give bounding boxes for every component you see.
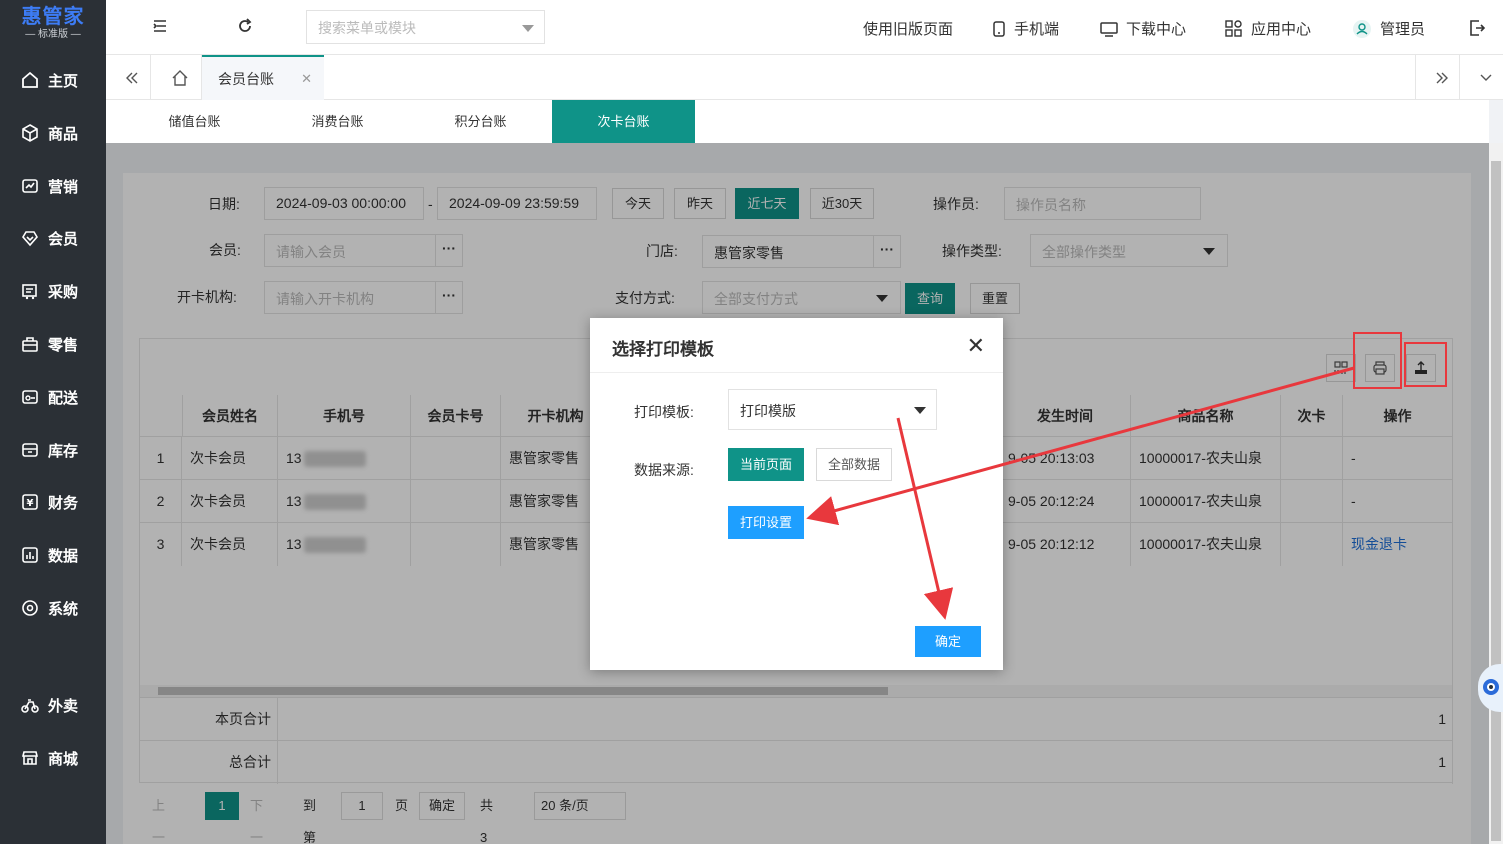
search-placeholder: 搜索菜单或模块 (318, 20, 416, 36)
sidebar-item-finance[interactable]: ¥ 财务 (0, 482, 106, 522)
sidebar-item-member[interactable]: 会员 (0, 218, 106, 258)
refresh-icon[interactable] (237, 18, 253, 34)
delivery-icon (22, 390, 38, 404)
close-icon[interactable]: ✕ (301, 71, 312, 87)
sidebar-item-label: 会员 (48, 230, 79, 248)
scrollbar-thumb[interactable] (1491, 161, 1501, 841)
apps-icon (1225, 19, 1242, 37)
tabs-scroll-left-button[interactable] (106, 55, 151, 100)
template-select[interactable]: 打印模版 (728, 389, 937, 430)
sidebar-item-label: 采购 (48, 283, 79, 301)
sidebar-item-mall[interactable]: 商城 (0, 738, 106, 778)
home-tab[interactable] (151, 55, 202, 100)
box-icon (22, 124, 38, 142)
sidebar-item-retail[interactable]: 零售 (0, 324, 106, 364)
chart-icon (22, 179, 38, 193)
top-bar: 搜索菜单或模块 使用旧版页面 手机端 下载中心 应用中心 管理员 (106, 0, 1503, 55)
user-menu[interactable]: 管理员 (1352, 18, 1425, 39)
edition-label: — 标准版 — (25, 29, 81, 40)
current-page-button[interactable]: 当前页面 (728, 448, 804, 481)
sidebar-item-label: 零售 (48, 336, 79, 354)
sidebar-item-label: 财务 (48, 494, 79, 512)
sidebar-item-data[interactable]: 数据 (0, 535, 106, 575)
sidebar-item-takeout[interactable]: 外卖 (0, 685, 106, 725)
subtab-stored-value[interactable]: 储值台账 (123, 100, 266, 143)
avatar-icon (1353, 19, 1371, 38)
apps-label: 应用中心 (1251, 21, 1312, 38)
settings-icon (22, 600, 38, 616)
user-name: 管理员 (1380, 21, 1426, 38)
close-icon[interactable]: ✕ (967, 333, 985, 359)
sidebar-item-label: 配送 (48, 389, 79, 407)
print-template-dialog: 选择打印模板 ✕ 打印模板: 打印模版 数据来源: 当前页面 全部数据 打印设置… (590, 318, 1003, 670)
download-center-link[interactable]: 下载中心 (1100, 18, 1186, 39)
sidebar-item-label: 商城 (48, 750, 79, 768)
app-center-link[interactable]: 应用中心 (1225, 18, 1311, 39)
home-icon (172, 69, 188, 86)
finance-icon: ¥ (22, 494, 38, 510)
menu-search-input[interactable]: 搜索菜单或模块 (306, 10, 545, 44)
mobile-label: 手机端 (1014, 21, 1060, 38)
old-page-link[interactable]: 使用旧版页面 (863, 18, 953, 39)
sidebar-item-home[interactable]: 主页 (0, 60, 106, 100)
data-icon (22, 547, 38, 563)
diamond-icon (22, 231, 38, 247)
template-value: 打印模版 (740, 403, 796, 419)
template-label: 打印模板: (634, 404, 694, 420)
svg-text:¥: ¥ (27, 498, 34, 509)
old-page-label: 使用旧版页面 (863, 21, 954, 38)
sidebar-item-label: 主页 (48, 72, 79, 90)
menu-fold-icon[interactable] (152, 18, 168, 34)
data-source-label: 数据来源: (634, 462, 694, 478)
tab-label: 会员台账 (218, 70, 274, 87)
double-chevron-left-icon (126, 72, 138, 83)
robot-icon (1483, 679, 1499, 695)
chevron-down-icon (1480, 74, 1491, 81)
chevron-down-icon (522, 25, 534, 32)
confirm-button[interactable]: 确定 (915, 626, 981, 657)
subtab-consumption[interactable]: 消费台账 (266, 100, 409, 143)
tab-member-ledger[interactable]: 会员台账 ✕ (202, 55, 324, 100)
tabs-scroll-right-button[interactable] (1415, 55, 1460, 100)
ledger-subtabs: 储值台账 消费台账 积分台账 次卡台账 (106, 100, 1489, 143)
sidebar-item-marketing[interactable]: 营销 (0, 166, 106, 206)
tabs-menu-button[interactable] (1460, 55, 1503, 100)
mobile-link[interactable]: 手机端 (992, 18, 1059, 39)
purchase-icon (22, 284, 37, 300)
sidebar-item-delivery[interactable]: 配送 (0, 377, 106, 417)
phone-icon (993, 20, 1005, 37)
bike-icon (21, 699, 39, 713)
chevron-down-icon (914, 407, 926, 414)
dialog-title: 选择打印模板 (590, 318, 1003, 373)
double-chevron-right-icon (1436, 72, 1448, 83)
sidebar-item-label: 外卖 (48, 697, 79, 715)
page-tab-bar: 会员台账 ✕ (106, 55, 1503, 100)
page-scrollbar[interactable] (1489, 143, 1503, 844)
sidebar-item-label: 商品 (48, 125, 79, 143)
sidebar-item-label: 营销 (48, 178, 79, 196)
sidebar-item-label: 库存 (48, 442, 79, 460)
logout-icon[interactable] (1468, 19, 1486, 37)
subtab-times-card[interactable]: 次卡台账 (552, 100, 695, 143)
brand-name: 惠管家 (21, 6, 85, 28)
bag-icon (22, 337, 38, 352)
home-icon (22, 71, 38, 88)
sidebar-item-inventory[interactable]: 库存 (0, 430, 106, 470)
all-data-button[interactable]: 全部数据 (816, 448, 892, 481)
sidebar-item-label: 系统 (48, 600, 79, 618)
sidebar-item-label: 数据 (48, 547, 79, 565)
sidebar: 惠管家 — 标准版 — 主页 商品 营销 会员 采购 零售 配送 库存 ¥ 财务… (0, 0, 106, 844)
logo: 惠管家 — 标准版 — (0, 0, 106, 50)
sidebar-item-purchase[interactable]: 采购 (0, 271, 106, 311)
print-settings-button[interactable]: 打印设置 (728, 506, 804, 539)
monitor-icon (1100, 21, 1118, 37)
sidebar-item-system[interactable]: 系统 (0, 588, 106, 628)
subtab-points[interactable]: 积分台账 (409, 100, 552, 143)
store-icon (21, 751, 39, 765)
download-label: 下载中心 (1126, 21, 1187, 38)
storage-icon (22, 443, 38, 457)
sidebar-item-goods[interactable]: 商品 (0, 113, 106, 153)
